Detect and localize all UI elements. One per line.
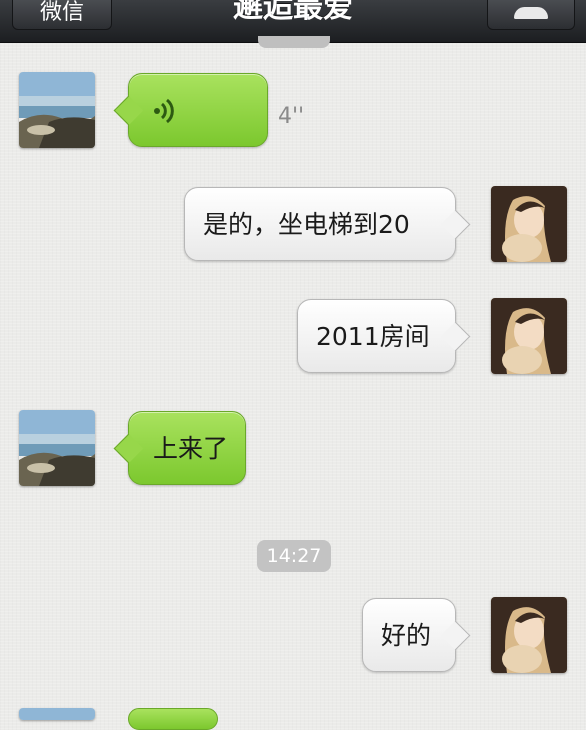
avatar-self[interactable] xyxy=(491,186,567,262)
person-icon xyxy=(514,7,548,19)
timestamp: 14:27 xyxy=(257,540,331,572)
message-text: 上来了 xyxy=(153,434,229,463)
message-bubble-outgoing[interactable]: 2011房间 xyxy=(297,299,471,373)
bubble-tail xyxy=(440,321,471,352)
voice-wave-icon xyxy=(154,98,174,124)
avatar-self[interactable] xyxy=(491,298,567,374)
message-bubble-outgoing[interactable]: 好的 xyxy=(362,598,471,672)
bubble-tail xyxy=(113,433,144,464)
chat-info-button[interactable] xyxy=(487,0,575,30)
back-button[interactable]: 微信 xyxy=(12,0,112,30)
avatar-contact[interactable] xyxy=(19,72,95,148)
chat-title: 邂逅最爱 xyxy=(233,0,353,25)
avatar-contact-partial[interactable] xyxy=(19,708,95,720)
message-bubble-incoming[interactable]: 上来了 xyxy=(113,411,246,485)
bubble-tail xyxy=(440,209,471,240)
message-text: 好的 xyxy=(381,621,432,650)
message-text: 2011房间 xyxy=(316,322,430,351)
message-bubble-partial[interactable] xyxy=(128,708,218,730)
bubble-tail xyxy=(440,620,471,651)
message-bubble-outgoing[interactable]: 是的，坐电梯到20 xyxy=(184,187,471,261)
avatar-self[interactable] xyxy=(491,597,567,673)
message-text: 是的，坐电梯到20 xyxy=(203,210,410,239)
timestamp-partial xyxy=(258,36,330,48)
bubble-tail xyxy=(113,95,144,126)
avatar-contact[interactable] xyxy=(19,410,95,486)
voice-duration: 4'' xyxy=(278,104,305,129)
message-bubble-incoming-voice[interactable] xyxy=(113,73,268,147)
